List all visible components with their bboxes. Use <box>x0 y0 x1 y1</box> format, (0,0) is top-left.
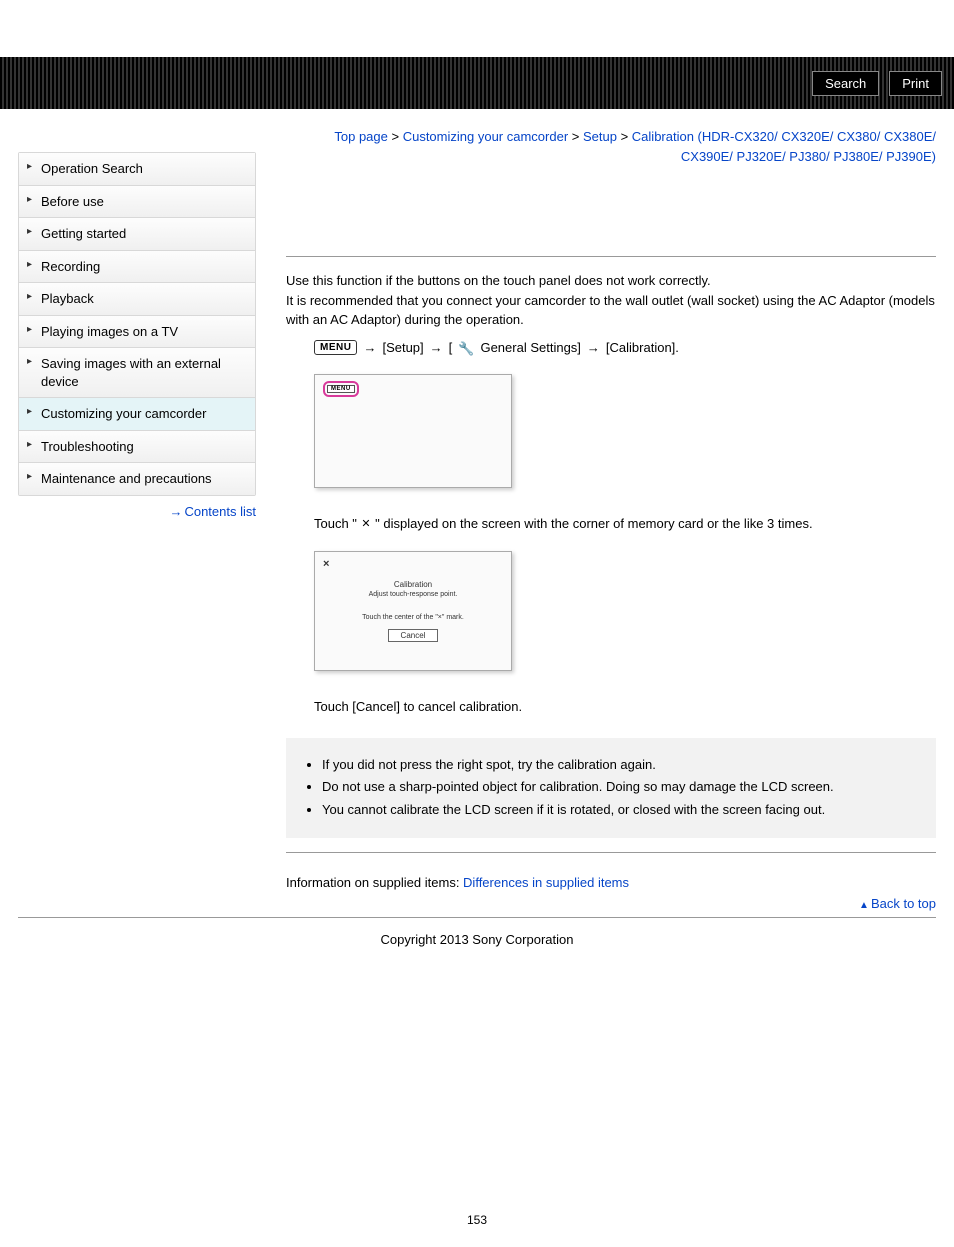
touch-instruction-pre: Touch " <box>314 516 361 531</box>
sidebar-item-label: Before use <box>41 194 104 209</box>
page-number: 153 <box>0 953 954 1247</box>
breadcrumb-current[interactable]: Calibration (HDR-CX320/ CX320E/ CX380/ C… <box>632 129 936 164</box>
sidebar-item-operation-search[interactable]: Operation Search <box>19 153 255 186</box>
sidebar-item-customizing[interactable]: Customizing your camcorder <box>19 398 255 431</box>
note-item: Do not use a sharp-pointed object for ca… <box>322 777 918 797</box>
step-calibration: [Calibration]. <box>606 340 679 355</box>
mock-instruction: Touch the center of the "×" mark. <box>315 614 511 621</box>
menu-path: MENU → [Setup] → [ 🔧 General Settings] → [… <box>314 340 936 356</box>
search-button[interactable]: Search <box>812 71 879 96</box>
mock-subtitle: Adjust touch-response point. <box>315 591 511 598</box>
print-button[interactable]: Print <box>889 71 942 96</box>
menu-highlight: MENU <box>323 381 359 397</box>
wrench-icon: 🔧 <box>458 341 474 357</box>
sidebar-item-playback[interactable]: Playback <box>19 283 255 316</box>
triangle-up-icon: ▲ <box>859 900 869 911</box>
mock-cancel-button: Cancel <box>388 629 439 642</box>
x-mark-icon: × <box>323 558 329 570</box>
sidebar-item-label: Recording <box>41 259 100 274</box>
menu-label: MENU <box>327 385 355 393</box>
sidebar-item-playing-tv[interactable]: Playing images on a TV <box>19 316 255 349</box>
top-toolbar: Search Print <box>0 57 954 109</box>
x-mark-icon: ✕ <box>361 518 372 529</box>
main-content: Top page > Customizing your camcorder > … <box>286 127 936 915</box>
note-item: If you did not press the right spot, try… <box>322 755 918 775</box>
sidebar-item-maintenance[interactable]: Maintenance and precautions <box>19 463 255 495</box>
copyright-text: Copyright 2013 Sony Corporation <box>0 918 954 953</box>
breadcrumb-setup[interactable]: Setup <box>583 129 617 144</box>
breadcrumb-top-page[interactable]: Top page <box>334 129 388 144</box>
divider <box>286 256 936 257</box>
sidebar-item-getting-started[interactable]: Getting started <box>19 218 255 251</box>
sidebar-item-label: Playback <box>41 291 94 306</box>
arrow-right-icon: → <box>430 340 443 355</box>
intro-text-2: It is recommended that you connect your … <box>286 291 936 330</box>
intro-text-1: Use this function if the buttons on the … <box>286 271 936 291</box>
breadcrumb: Top page > Customizing your camcorder > … <box>286 127 936 166</box>
screen-illustration-menu: MENU <box>314 374 512 488</box>
divider <box>286 852 936 853</box>
supplied-link[interactable]: Differences in supplied items <box>463 875 629 890</box>
breadcrumb-separator: > <box>388 129 403 144</box>
breadcrumb-separator: > <box>617 129 632 144</box>
back-to-top-link[interactable]: Back to top <box>871 896 936 911</box>
step-setup: [Setup] <box>382 340 423 355</box>
mock-title: Calibration <box>315 580 511 589</box>
step-general-open: [ <box>449 340 453 355</box>
header-spacer <box>0 0 954 57</box>
breadcrumb-separator: > <box>568 129 583 144</box>
sidebar-item-label: Operation Search <box>41 161 143 176</box>
sidebar-item-label: Maintenance and precautions <box>41 471 212 486</box>
contents-list-link[interactable]: Contents list <box>184 504 256 519</box>
breadcrumb-customizing[interactable]: Customizing your camcorder <box>403 129 568 144</box>
menu-button-icon: MENU <box>314 340 357 355</box>
sidebar-item-troubleshooting[interactable]: Troubleshooting <box>19 431 255 464</box>
sidebar-item-label: Customizing your camcorder <box>41 406 206 421</box>
sidebar-item-label: Saving images with an external device <box>41 356 221 389</box>
arrow-right-icon: → <box>587 340 600 355</box>
note-item: You cannot calibrate the LCD screen if i… <box>322 800 918 820</box>
touch-instruction-post: " displayed on the screen with the corne… <box>372 516 813 531</box>
arrow-right-icon: → <box>169 504 182 519</box>
sidebar-nav: Operation Search Before use Getting star… <box>18 152 256 519</box>
sidebar-item-label: Getting started <box>41 226 126 241</box>
step-general: General Settings] <box>480 340 580 355</box>
cancel-instruction: Touch [Cancel] to cancel calibration. <box>314 699 522 714</box>
supplied-prefix: Information on supplied items: <box>286 875 463 890</box>
sidebar-item-recording[interactable]: Recording <box>19 251 255 284</box>
sidebar-item-label: Troubleshooting <box>41 439 134 454</box>
sidebar-item-label: Playing images on a TV <box>41 324 178 339</box>
notes-box: If you did not press the right spot, try… <box>286 738 936 839</box>
sidebar-item-saving-external[interactable]: Saving images with an external device <box>19 348 255 398</box>
sidebar-item-before-use[interactable]: Before use <box>19 186 255 219</box>
screen-illustration-calibration: × Calibration Adjust touch-response poin… <box>314 551 512 671</box>
arrow-right-icon: → <box>363 340 376 355</box>
